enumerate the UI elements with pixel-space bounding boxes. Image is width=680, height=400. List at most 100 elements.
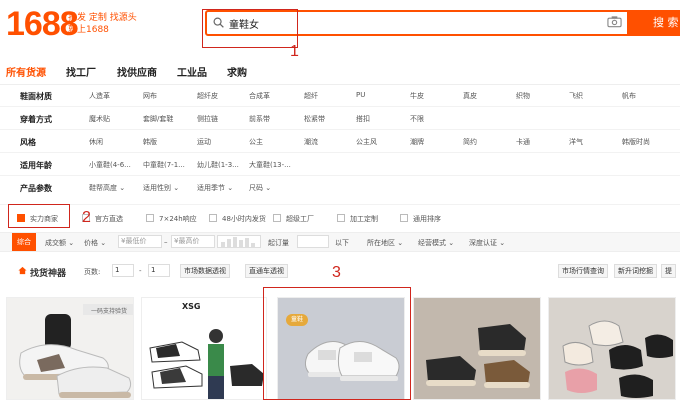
product-image-dad-shoes bbox=[414, 298, 540, 399]
moq-label: 起订量 bbox=[268, 239, 289, 247]
price-max-input[interactable]: ¥最高价 bbox=[171, 235, 215, 248]
sort-volume[interactable]: 成交额 ⌄ bbox=[45, 238, 74, 248]
tab-purchase[interactable]: 求购 bbox=[227, 64, 247, 79]
product-image-kids-shoes bbox=[142, 298, 266, 399]
filter-value[interactable]: 简约 bbox=[463, 137, 477, 147]
page-total-input[interactable]: 1 bbox=[148, 264, 170, 277]
filter-value[interactable]: 不限 bbox=[410, 114, 424, 124]
slogan-line-1: 批发 定制 找源头 bbox=[68, 13, 137, 23]
filter-value[interactable]: 潮流 bbox=[304, 137, 318, 147]
dropdown-business-mode[interactable]: 经营模式 ⌄ bbox=[418, 238, 454, 248]
search-button[interactable]: 搜 索 bbox=[629, 10, 680, 36]
filter-value[interactable]: 洋气 bbox=[569, 137, 583, 147]
price-dash: – bbox=[164, 238, 168, 246]
filter-dropdown[interactable]: 适用季节 ⌄ bbox=[197, 183, 233, 193]
moq-input[interactable] bbox=[297, 235, 329, 248]
filter-value[interactable]: 牛皮 bbox=[410, 91, 424, 101]
filter-value[interactable]: 中童鞋(7-1... bbox=[143, 160, 185, 170]
filter-dropdown[interactable]: 适用性别 ⌄ bbox=[143, 183, 179, 193]
chevron-down-icon: ⌄ bbox=[265, 184, 272, 192]
filter-value[interactable]: PU bbox=[356, 91, 365, 99]
filter-divider bbox=[0, 129, 680, 130]
tab-all-sources[interactable]: 所有货源 bbox=[6, 64, 46, 79]
filter-dropdown-label: 鞋帮高度 bbox=[89, 184, 117, 192]
price-min-input[interactable]: ¥最低价 bbox=[118, 235, 162, 248]
filter-value[interactable]: 幼儿鞋(1-3... bbox=[197, 160, 239, 170]
market-trend-button[interactable]: 市场行情查询 bbox=[558, 264, 608, 278]
chevron-down-icon: ⌄ bbox=[227, 184, 234, 192]
checkbox-label: 加工定制 bbox=[350, 215, 378, 223]
sort-comprehensive[interactable]: 综合 bbox=[12, 233, 36, 251]
dropdown-region[interactable]: 所在地区 ⌄ bbox=[367, 238, 403, 248]
product-card[interactable]: XSG bbox=[141, 297, 267, 400]
checkbox-24h-response[interactable] bbox=[146, 214, 154, 222]
sort-price[interactable]: 价格 ⌄ bbox=[84, 238, 106, 248]
checkbox-label: 超级工厂 bbox=[286, 215, 314, 223]
checkbox-custom-processing[interactable] bbox=[337, 214, 345, 222]
product-card[interactable]: 一码支持验货 bbox=[6, 297, 134, 400]
filter-value[interactable]: 真皮 bbox=[463, 91, 477, 101]
extract-button[interactable]: 提 bbox=[661, 264, 676, 278]
filter-dropdown[interactable]: 尺码 ⌄ bbox=[249, 183, 271, 193]
filter-value[interactable]: 前系带 bbox=[249, 114, 270, 124]
filter-value[interactable]: 搭扣 bbox=[356, 114, 370, 124]
filter-label-style: 风格 bbox=[20, 138, 36, 147]
chevron-down-icon: ⌄ bbox=[68, 239, 75, 247]
filter-value[interactable]: 飞织 bbox=[569, 91, 583, 101]
filter-value[interactable]: 松紧带 bbox=[304, 114, 325, 124]
filter-value[interactable]: 运动 bbox=[197, 137, 211, 147]
camera-icon[interactable] bbox=[607, 15, 622, 28]
product-card[interactable] bbox=[413, 297, 541, 400]
filter-value[interactable]: 卡通 bbox=[516, 137, 530, 147]
sort-price-label: 价格 bbox=[84, 239, 98, 247]
filter-label-age: 适用年龄 bbox=[20, 161, 52, 170]
tools-title: 找货神器 bbox=[30, 269, 67, 279]
market-data-button[interactable]: 市场数据透视 bbox=[180, 264, 230, 278]
annotation-box-3 bbox=[263, 287, 411, 400]
filter-value[interactable]: 韩版 bbox=[143, 137, 157, 147]
filter-label-material: 鞋面材质 bbox=[20, 92, 52, 101]
filter-divider bbox=[0, 204, 680, 205]
filter-value[interactable]: 织物 bbox=[516, 91, 530, 101]
filter-value[interactable]: 魔术贴 bbox=[89, 114, 110, 124]
filter-dropdown-label: 适用季节 bbox=[197, 184, 225, 192]
chevron-down-icon: ⌄ bbox=[173, 184, 180, 192]
site-logo[interactable]: 1688 bbox=[6, 6, 79, 42]
filter-value[interactable]: 休闲 bbox=[89, 137, 103, 147]
filter-value[interactable]: 帆布 bbox=[622, 91, 636, 101]
filter-divider bbox=[0, 152, 680, 153]
chevron-down-icon: ⌄ bbox=[499, 239, 506, 247]
filter-value[interactable]: 小童鞋(4-6... bbox=[89, 160, 131, 170]
filter-value[interactable]: 潮牌 bbox=[410, 137, 424, 147]
checkbox-super-factory[interactable] bbox=[273, 214, 281, 222]
train-perspective-button[interactable]: 直通车透视 bbox=[245, 264, 288, 278]
filter-value[interactable]: 套脚/套鞋 bbox=[143, 114, 173, 124]
filter-value[interactable]: 人造革 bbox=[89, 91, 110, 101]
tab-find-factory[interactable]: 找工厂 bbox=[66, 64, 96, 79]
filter-value[interactable]: 网布 bbox=[143, 91, 157, 101]
filter-dropdown[interactable]: 鞋帮高度 ⌄ bbox=[89, 183, 125, 193]
filter-value[interactable]: 公主 bbox=[249, 137, 263, 147]
new-keyword-button[interactable]: 新升词挖掘 bbox=[614, 264, 657, 278]
sort-volume-label: 成交额 bbox=[45, 239, 66, 247]
filter-value[interactable]: 侧拉链 bbox=[197, 114, 218, 124]
chevron-down-icon: ⌄ bbox=[397, 239, 404, 247]
filter-value[interactable]: 大童鞋(13-... bbox=[249, 160, 291, 170]
price-distribution-chart[interactable] bbox=[217, 235, 261, 248]
tab-industrial[interactable]: 工业品 bbox=[177, 64, 207, 79]
annotation-number-3: 3 bbox=[332, 264, 341, 281]
tab-find-supplier[interactable]: 找供应商 bbox=[117, 64, 157, 79]
filter-value[interactable]: 超纤 bbox=[304, 91, 318, 101]
checkbox-48h-ship[interactable] bbox=[209, 214, 217, 222]
dropdown-certification[interactable]: 深度认证 ⌄ bbox=[469, 238, 505, 248]
filter-value[interactable]: 公主风 bbox=[356, 137, 377, 147]
checkbox-label: 官方直选 bbox=[95, 215, 123, 223]
filter-value[interactable]: 超纤皮 bbox=[197, 91, 218, 101]
page-current-input[interactable]: 1 bbox=[112, 264, 134, 277]
nav-divider bbox=[0, 84, 680, 85]
page-label: 页数: bbox=[84, 268, 101, 276]
filter-value[interactable]: 韩版时尚 bbox=[622, 137, 650, 147]
product-card[interactable] bbox=[548, 297, 676, 400]
checkbox-general-sort[interactable] bbox=[400, 214, 408, 222]
filter-value[interactable]: 合成革 bbox=[249, 91, 270, 101]
